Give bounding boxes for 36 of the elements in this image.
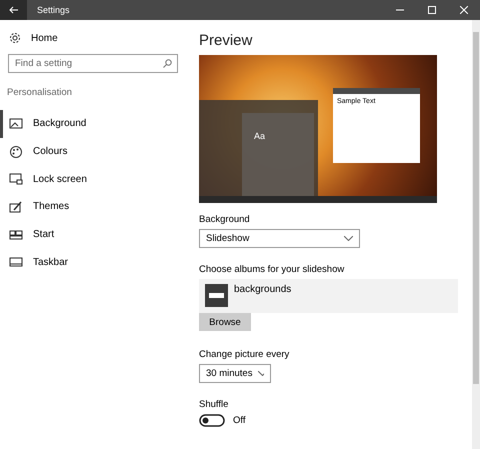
- field-label: Shuffle: [199, 399, 230, 410]
- folder-icon: [205, 284, 228, 307]
- tile-text: Aa: [254, 131, 266, 141]
- sidebar-item[interactable]: Start: [0, 220, 190, 248]
- window-title: Settings: [37, 5, 71, 15]
- field-label: Choose albums for your slideshow: [199, 264, 346, 275]
- sidebar-item[interactable]: Themes: [0, 193, 190, 221]
- field-label: Change picture every: [199, 349, 290, 360]
- pen-icon: [9, 200, 23, 214]
- taskbar-icon: [9, 255, 23, 270]
- search-icon: [163, 59, 172, 68]
- home-nav-item[interactable]: Home: [9, 32, 58, 44]
- tiles-icon: [9, 228, 23, 242]
- monitor-icon: [9, 172, 23, 186]
- scrollbar[interactable]: [472, 20, 480, 449]
- palette-icon: [9, 144, 23, 159]
- picture-icon: [9, 116, 23, 131]
- gear-icon: [9, 32, 21, 44]
- chevron-icon: [344, 236, 353, 241]
- sidebar-item[interactable]: Taskbar: [0, 248, 190, 276]
- sidebar-item[interactable]: Colours: [0, 138, 190, 166]
- search-field[interactable]: Find a setting: [8, 54, 178, 73]
- close-icon: [460, 6, 468, 14]
- background-dropdown[interactable]: Slideshow: [199, 229, 360, 248]
- back-arrow-icon: [8, 6, 18, 14]
- interval-dropdown[interactable]: 30 minutes: [199, 364, 271, 383]
- page-heading: Preview: [199, 32, 254, 49]
- section-heading: Personalisation: [7, 87, 73, 98]
- sidebar-item[interactable]: Background: [0, 110, 190, 138]
- field-label: Background: [199, 214, 251, 225]
- album-item[interactable]: backgrounds: [199, 279, 458, 313]
- maximize-icon: [428, 6, 436, 14]
- chevron-icon: [258, 371, 264, 376]
- back-button[interactable]: [0, 0, 27, 20]
- browse-button[interactable]: Browse: [199, 313, 251, 331]
- sidebar-item[interactable]: Lock screen: [0, 165, 190, 194]
